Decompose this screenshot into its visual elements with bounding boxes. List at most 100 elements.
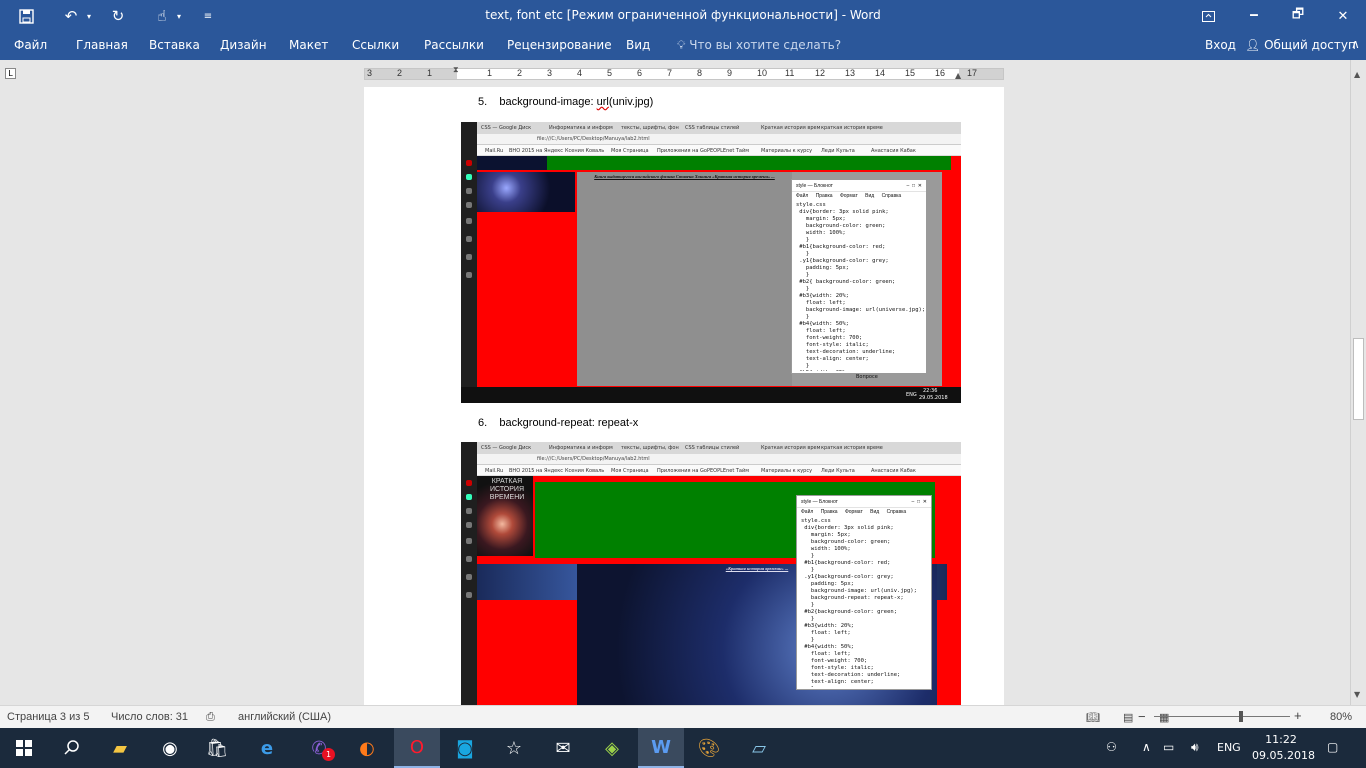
media-player-icon[interactable]: ◉ <box>147 728 193 768</box>
browser-tab: тексты, шрифты, фон <box>621 125 679 131</box>
tab-home[interactable]: Главная <box>76 38 128 52</box>
notepad-window-controls[interactable]: – □ ✕ <box>911 499 927 505</box>
input-language[interactable]: ENG <box>1217 741 1241 754</box>
action-center-icon[interactable]: ▢ <box>1327 740 1338 754</box>
minimize-button[interactable]: 🗕 <box>1231 0 1277 32</box>
scroll-down-icon[interactable]: ▼ <box>1354 690 1360 699</box>
edge-icon[interactable]: e <box>244 728 290 768</box>
sidebar-icon <box>466 202 472 208</box>
chevron-up-icon[interactable]: ∧ <box>1351 37 1360 51</box>
list-item-5[interactable]: 5. background-image: url(univ.jpg) <box>478 96 653 108</box>
mail-icon[interactable]: ✉ <box>540 728 586 768</box>
ruler-right-margin <box>959 69 1003 79</box>
search-icon[interactable] <box>49 728 95 768</box>
zoom-slider-thumb[interactable] <box>1239 711 1243 722</box>
zoom-in-icon[interactable]: + <box>1294 708 1302 723</box>
spelling-error-word[interactable]: url <box>597 96 609 108</box>
file-explorer-icon[interactable]: ▰ <box>97 728 143 768</box>
list-text: (univ.jpg) <box>608 96 654 108</box>
tab-insert[interactable]: Вставка <box>149 38 200 52</box>
tab-design[interactable]: Дизайн <box>220 38 267 52</box>
green-header-block <box>547 156 951 170</box>
zoom-level[interactable]: 80% <box>1330 711 1352 723</box>
start-button[interactable] <box>1 728 47 768</box>
tab-view[interactable]: Вид <box>626 38 650 52</box>
tab-selector-icon[interactable]: L <box>5 68 16 79</box>
notepad-menu-item[interactable]: Вид <box>870 509 879 515</box>
left-indent-marker[interactable]: ⧗ <box>453 65 459 75</box>
horizontal-ruler[interactable]: 3 2 1 1 2 3 4 5 6 7 8 9 10 11 12 13 14 1… <box>364 65 1004 80</box>
proofing-icon[interactable]: ⎙ <box>206 711 215 724</box>
embedded-screenshot-1[interactable]: CSS — Google Диск Информатика и информ т… <box>461 122 961 403</box>
opera-icon <box>466 480 472 486</box>
embedded-time: 22:36 <box>923 388 938 394</box>
tab-references[interactable]: Ссылки <box>352 38 399 52</box>
zoom-slider[interactable] <box>1154 716 1290 717</box>
tab-review[interactable]: Рецензирование <box>507 38 612 52</box>
browser-tab: Информатика и информ <box>549 125 613 131</box>
embedded-screenshot-2[interactable]: CSS — Google Диск Информатика и информ т… <box>461 442 961 705</box>
scroll-up-icon[interactable]: ▲ <box>1354 70 1360 79</box>
firefox-icon[interactable]: ◐ <box>344 728 390 768</box>
restore-button[interactable]: 🗗 <box>1275 0 1321 32</box>
bookmark: Приложения на Go <box>657 148 707 154</box>
right-indent-marker[interactable]: ▲ <box>955 71 961 80</box>
notepad-window-2[interactable]: style — Блокнот – □ ✕ Файл Правка Формат … <box>796 495 932 690</box>
sidebar-icon <box>466 522 472 528</box>
list-item-6[interactable]: 6. background-repeat: repeat-x <box>478 417 638 429</box>
notepad-menu-item[interactable]: Формат <box>840 193 858 199</box>
tray-up-chevron-icon[interactable]: ∧ <box>1142 740 1151 754</box>
notepad-menu-item[interactable]: Справка <box>882 193 902 199</box>
share-button[interactable]: 👤︎ Общий доступ <box>1245 38 1356 52</box>
browser-tab: краткая история време <box>821 125 883 131</box>
read-mode-icon[interactable]: 📖︎ <box>1086 711 1100 724</box>
web-layout-icon[interactable]: ▦ <box>1159 711 1169 724</box>
embedded-date: 29.05.2018 <box>919 395 948 401</box>
word-icon[interactable]: W <box>638 728 684 768</box>
ribbon-display-options-icon[interactable] <box>1185 0 1231 32</box>
ruler-number: 5 <box>607 68 613 78</box>
taskbar-clock[interactable]: 11:22 09.05.2018 <box>1252 732 1315 764</box>
word-count[interactable]: Число слов: 31 <box>111 711 188 723</box>
browser-tabs: CSS — Google Диск Информатика и информ т… <box>461 122 961 134</box>
book-cover-title: КРАТКАЯ ИСТОРИЯ ВРЕМЕНИ <box>489 478 525 501</box>
notepad-window-1[interactable]: style — Блокнот – □ ✕ Файл Правка Формат … <box>791 179 927 374</box>
store-icon[interactable]: 🛍︎ <box>194 728 240 768</box>
tab-mailings[interactable]: Рассылки <box>424 38 484 52</box>
maps-icon[interactable]: ◈ <box>589 728 635 768</box>
viber-icon[interactable]: ✆ 1 <box>296 728 342 768</box>
notepad-menu-item[interactable]: Правка <box>816 193 833 199</box>
tell-me-search[interactable]: 💡︎ Что вы хотите сделать? <box>677 38 841 53</box>
notepad-menu-item[interactable]: Вид <box>865 193 874 199</box>
ruler-number: 2 <box>517 68 523 78</box>
vertical-scrollbar[interactable]: ▲ ▼ <box>1350 60 1366 705</box>
paint-icon[interactable]: 🎨︎ <box>686 728 732 768</box>
universe-background-block <box>477 172 575 212</box>
network-icon[interactable]: ▭ <box>1163 740 1174 754</box>
favorites-star-icon[interactable]: ☆ <box>491 728 537 768</box>
page-count[interactable]: Страница 3 из 5 <box>7 711 89 723</box>
volume-icon[interactable]: 🔊︎ <box>1191 740 1199 755</box>
notepad-menu-item[interactable]: Файл <box>801 509 813 515</box>
people-icon[interactable]: ⚇ <box>1106 740 1117 754</box>
notepad-menu-item[interactable]: Справка <box>887 509 907 515</box>
language-indicator[interactable]: английский (США) <box>238 711 331 723</box>
scrollbar-thumb[interactable] <box>1353 338 1364 420</box>
notepad-icon[interactable]: ▱ <box>736 728 782 768</box>
tab-file[interactable]: Файл <box>14 38 47 52</box>
notepad-menu-item[interactable]: Файл <box>796 193 808 199</box>
instagram-icon[interactable]: ◙ <box>442 728 488 768</box>
embedded-lang: ENG <box>906 392 917 398</box>
notepad-menu-item[interactable]: Формат <box>845 509 863 515</box>
browser-tab: CSS таблицы стилей <box>685 125 740 131</box>
notepad-menu-item[interactable]: Правка <box>821 509 838 515</box>
bookmark: Материалы к курсу <box>761 468 813 474</box>
document-page[interactable]: 5. background-image: url(univ.jpg) CSS —… <box>364 87 1004 705</box>
print-layout-icon[interactable]: ▤ <box>1123 711 1133 724</box>
close-button[interactable]: ✕ <box>1320 0 1366 32</box>
zoom-out-icon[interactable]: − <box>1138 709 1146 724</box>
sign-in-link[interactable]: Вход <box>1205 38 1236 52</box>
notepad-window-controls[interactable]: – □ ✕ <box>906 183 922 189</box>
opera-icon[interactable]: O <box>394 728 440 768</box>
tab-layout[interactable]: Макет <box>289 38 328 52</box>
